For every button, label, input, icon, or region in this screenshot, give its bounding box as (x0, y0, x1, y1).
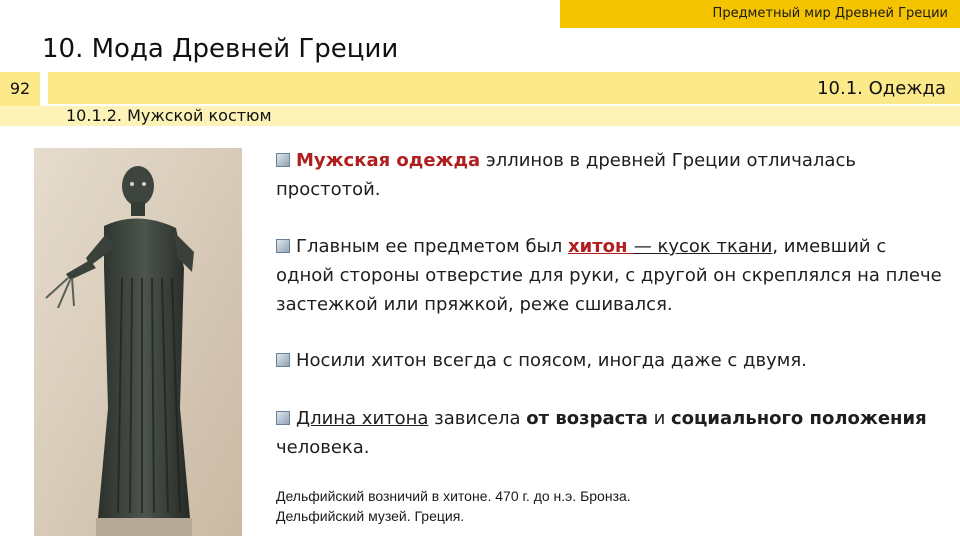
statue-photo (34, 148, 242, 536)
p2-cloth: кусок ткани (657, 236, 773, 257)
paragraph-3: Носили хитон всегда с поясом, иногда даж… (276, 346, 948, 375)
p4-d: и (647, 408, 672, 429)
p4-b: зависела (428, 408, 527, 429)
p2-a: Главным ее предметом был (296, 236, 568, 257)
image-caption: Дельфийский возничий в хитоне. 470 г. до… (276, 488, 631, 524)
charioteer-statue-image (34, 148, 242, 536)
bullet-icon (276, 353, 290, 367)
p4-f: человека. (276, 437, 370, 458)
page-title: 10. Мода Древней Греции (42, 34, 399, 64)
paragraph-1: Мужская одежда эллинов в древней Греции … (276, 146, 948, 204)
course-title: Предметный мир Древней Греции (712, 6, 948, 21)
paragraph-4: Длина хитона зависела от возраста и соци… (276, 404, 948, 462)
p4-e: социального положения (671, 408, 927, 429)
header-bar-left (0, 0, 560, 28)
subsection-title: 10.1.2. Мужской костюм (66, 106, 272, 125)
bullet-icon (276, 153, 290, 167)
slide-number: 92 (0, 72, 40, 106)
p3-text: Носили хитон всегда с поясом, иногда даж… (296, 350, 807, 371)
paragraph-2: Главным ее предметом был хитон — кусок т… (276, 232, 948, 319)
section-title: 10.1. Одежда (817, 78, 946, 99)
bullet-icon (276, 239, 290, 253)
p4-a: Длина хитона (296, 408, 429, 429)
p2-dash: — (633, 236, 658, 257)
section-bar: 10.1. Одежда (48, 72, 960, 104)
p2-hiton: хитон (567, 236, 634, 257)
p1-lead: Мужская одежда (296, 150, 481, 171)
bullet-icon (276, 411, 290, 425)
p4-c: от возраста (526, 408, 648, 429)
